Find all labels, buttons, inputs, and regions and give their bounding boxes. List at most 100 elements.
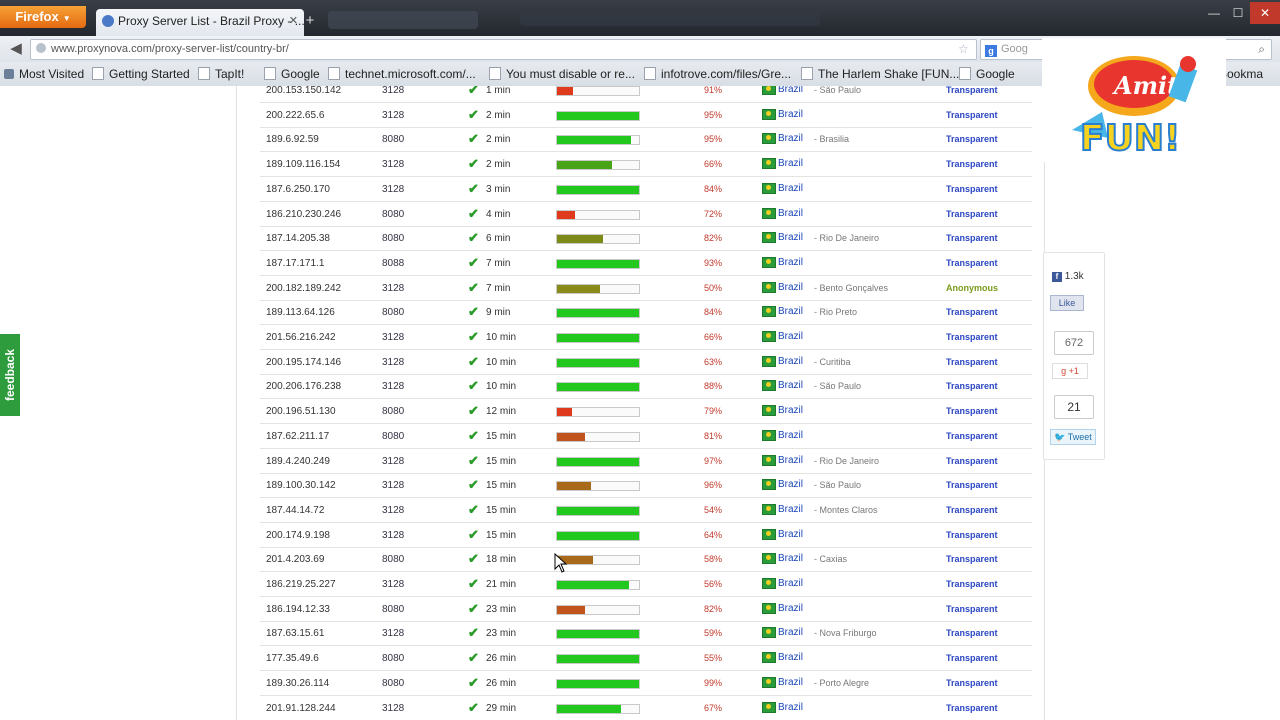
table-row: 189.109.116.154 3128 ✔ 2 min 66% Brazil Transp… xyxy=(260,152,1032,177)
bookmark-harlem-shake[interactable]: The Harlem Shake [FUN... xyxy=(801,62,959,86)
country-link[interactable]: Brazil xyxy=(778,627,803,638)
background-tab[interactable] xyxy=(328,11,478,29)
brazil-flag-icon xyxy=(762,257,776,268)
proxy-ip[interactable]: 187.62.211.17 xyxy=(266,431,329,442)
proxy-ip[interactable]: 187.14.205.38 xyxy=(266,233,330,244)
url-bar[interactable]: www.proxynova.com/proxy-server-list/coun… xyxy=(30,39,999,60)
proxy-ip[interactable]: 187.44.14.72 xyxy=(266,505,324,516)
country-link[interactable]: Brazil xyxy=(778,232,803,243)
brazil-flag-icon xyxy=(762,380,776,391)
bookmark-infotrove[interactable]: infotrove.com/files/Gre... xyxy=(644,62,791,86)
proxy-port: 8080 xyxy=(382,209,405,220)
proxy-ip[interactable]: 189.113.64.126 xyxy=(266,307,335,318)
country-link[interactable]: Brazil xyxy=(778,380,803,391)
proxy-ip[interactable]: 200.153.150.142 xyxy=(266,86,341,96)
country-link[interactable]: Brazil xyxy=(778,86,803,95)
proxy-ip[interactable]: 187.63.15.61 xyxy=(266,628,324,639)
feedback-tab[interactable]: feedback xyxy=(0,334,20,416)
proxy-ip[interactable]: 186.210.230.246 xyxy=(266,209,341,220)
bookmark-star-icon[interactable]: ☆ xyxy=(958,40,969,59)
proxy-ip[interactable]: 201.4.203.69 xyxy=(266,554,324,565)
country-link[interactable]: Brazil xyxy=(778,603,803,614)
proxy-ip[interactable]: 200.206.176.238 xyxy=(266,381,341,392)
country-link[interactable]: Brazil xyxy=(778,504,803,515)
table-row: 189.30.26.114 8080 ✔ 26 min 99% Brazil - Porto… xyxy=(260,671,1032,696)
checkmark-icon: ✔ xyxy=(468,156,479,171)
country-link[interactable]: Brazil xyxy=(778,479,803,490)
tab-proxy-server-list[interactable]: Proxy Server List - Brazil Proxy - ... ✕ xyxy=(96,9,304,36)
proxy-ip[interactable]: 189.109.116.154 xyxy=(266,159,340,170)
close-icon[interactable]: ✕ xyxy=(289,9,298,34)
speed-bar-fill xyxy=(557,532,639,540)
proxy-ip[interactable]: 187.17.171.1 xyxy=(266,258,324,269)
country-link[interactable]: Brazil xyxy=(778,158,803,169)
firefox-menu-button[interactable]: Firefox ▼ xyxy=(0,6,86,28)
bookmark-technet[interactable]: technet.microsoft.com/... xyxy=(328,62,476,86)
country-link[interactable]: Brazil xyxy=(778,553,803,564)
checkmark-icon: ✔ xyxy=(468,230,479,245)
new-tab-button[interactable]: + xyxy=(300,9,320,33)
country-link[interactable]: Brazil xyxy=(778,677,803,688)
search-icon[interactable]: ⌕ xyxy=(1258,40,1265,59)
proxy-ip[interactable]: 200.182.189.242 xyxy=(266,283,341,294)
bookmark-most-visited[interactable]: Most Visited xyxy=(4,62,84,86)
checkmark-icon: ✔ xyxy=(468,502,479,517)
proxy-ip[interactable]: 189.6.92.59 xyxy=(266,134,319,145)
country-link[interactable]: Brazil xyxy=(778,208,803,219)
anonymity-level: Transparent xyxy=(946,159,998,169)
proxy-ip[interactable]: 186.194.12.33 xyxy=(266,604,330,615)
proxy-port: 3128 xyxy=(382,332,405,343)
gplus-button[interactable]: g +1 xyxy=(1052,363,1088,379)
amita-fun-logo-graphic: Amita FUN! xyxy=(1072,56,1198,160)
bookmark-disable[interactable]: You must disable or re... xyxy=(489,62,635,86)
proxy-ip[interactable]: 201.91.128.244 xyxy=(266,703,336,714)
table-row: 189.4.240.249 3128 ✔ 15 min 97% Brazil - Rio D… xyxy=(260,449,1032,474)
proxy-ip[interactable]: 186.219.25.227 xyxy=(266,579,336,590)
proxy-ip[interactable]: 201.56.216.242 xyxy=(266,332,336,343)
back-arrow-icon[interactable]: ◀ xyxy=(6,39,26,59)
tweet-label: Tweet xyxy=(1067,432,1092,442)
proxy-ip[interactable]: 200.196.51.130 xyxy=(266,406,336,417)
background-tab-area xyxy=(520,12,820,26)
window-close-icon[interactable]: ✕ xyxy=(1250,2,1280,24)
proxy-ip[interactable]: 200.174.9.198 xyxy=(266,530,330,541)
country-link[interactable]: Brazil xyxy=(778,455,803,466)
country-link[interactable]: Brazil xyxy=(778,257,803,268)
bookmark-getting-started[interactable]: Getting Started xyxy=(92,62,190,86)
proxy-port: 3128 xyxy=(382,703,405,714)
bookmark-google[interactable]: Google xyxy=(264,62,320,86)
country-link[interactable]: Brazil xyxy=(778,109,803,120)
country-link[interactable]: Brazil xyxy=(778,652,803,663)
proxy-ip[interactable]: 177.35.49.6 xyxy=(266,653,319,664)
uptime-percent: 88% xyxy=(704,381,723,391)
facebook-like-button[interactable]: Like xyxy=(1050,295,1084,311)
country-link[interactable]: Brazil xyxy=(778,133,803,144)
country-link[interactable]: Brazil xyxy=(778,183,803,194)
country-link[interactable]: Brazil xyxy=(778,405,803,416)
country-link[interactable]: Brazil xyxy=(778,306,803,317)
country-link[interactable]: Brazil xyxy=(778,430,803,441)
tweet-button[interactable]: 🐦 Tweet xyxy=(1050,429,1096,445)
bookmark-tapit[interactable]: TapIt! xyxy=(198,62,244,86)
country-link[interactable]: Brazil xyxy=(778,702,803,713)
facebook-count: f 1.3k xyxy=(1052,271,1084,282)
site-identity-icon[interactable] xyxy=(36,43,46,53)
country-link[interactable]: Brazil xyxy=(778,282,803,293)
bookmark-google-2[interactable]: Google xyxy=(959,62,1015,86)
proxy-ip[interactable]: 187.6.250.170 xyxy=(266,184,330,195)
country-link[interactable]: Brazil xyxy=(778,529,803,540)
country-link[interactable]: Brazil xyxy=(778,356,803,367)
proxy-ip[interactable]: 189.4.240.249 xyxy=(266,456,330,467)
proxy-ip[interactable]: 189.30.26.114 xyxy=(266,678,329,689)
country-link[interactable]: Brazil xyxy=(778,331,803,342)
speed-bar-fill xyxy=(557,334,639,342)
proxy-ip[interactable]: 189.100.30.142 xyxy=(266,480,336,491)
google-engine-icon[interactable]: g xyxy=(985,45,997,57)
country-link[interactable]: Brazil xyxy=(778,578,803,589)
speed-bar xyxy=(556,629,640,639)
maximize-icon[interactable]: ☐ xyxy=(1226,2,1250,24)
minimize-icon[interactable]: — xyxy=(1202,2,1226,24)
proxy-ip[interactable]: 200.222.65.6 xyxy=(266,110,324,121)
proxy-ip[interactable]: 200.195.174.146 xyxy=(266,357,341,368)
bookmark-label: TapIt! xyxy=(215,67,245,81)
